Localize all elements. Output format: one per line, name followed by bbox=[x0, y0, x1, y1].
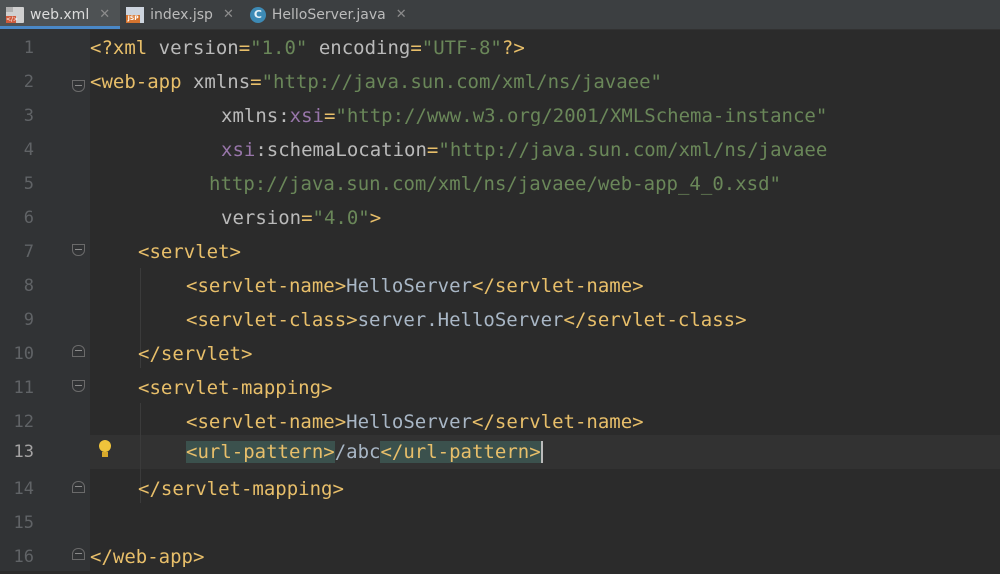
line-number: 11 bbox=[13, 378, 34, 398]
code-editor[interactable]: 1 <?xml version="1.0" encoding="UTF-8"?>… bbox=[0, 30, 1000, 571]
code-line: 2 <web-app xmlns="http://java.sun.com/xm… bbox=[0, 65, 1000, 99]
line-number: 9 bbox=[23, 310, 34, 330]
java-class-icon: C bbox=[249, 6, 266, 23]
tab-index-jsp[interactable]: JSP index.jsp ✕ bbox=[120, 0, 244, 29]
code-line: 4 xsi:schemaLocation="http://java.sun.co… bbox=[0, 133, 1000, 167]
code-text: xsi:schemaLocation="http://java.sun.com/… bbox=[221, 139, 828, 161]
code-line: 9 <servlet-class>server.HelloServer</ser… bbox=[0, 303, 1000, 337]
line-number: 4 bbox=[23, 140, 34, 160]
xml-file-icon: </> bbox=[6, 6, 24, 23]
jsp-file-icon: JSP bbox=[126, 6, 145, 23]
code-text: </servlet-mapping> bbox=[138, 478, 344, 500]
line-number: 15 bbox=[13, 513, 34, 533]
code-line: 12 <servlet-name>HelloServer</servlet-na… bbox=[0, 405, 1000, 439]
line-number: 3 bbox=[23, 106, 34, 126]
code-line: 10 </servlet> bbox=[0, 337, 1000, 371]
code-line: 16 </web-app> bbox=[0, 540, 1000, 574]
code-text: <servlet-name>HelloServer</servlet-name> bbox=[186, 275, 644, 297]
tab-label: HelloServer.java bbox=[271, 6, 386, 23]
code-text: version="4.0"> bbox=[221, 207, 382, 229]
line-number: 6 bbox=[23, 208, 34, 228]
code-line: 3 xmlns:xsi="http://www.w3.org/2001/XMLS… bbox=[0, 99, 1000, 133]
close-icon[interactable]: ✕ bbox=[223, 7, 234, 22]
lightbulb-icon[interactable] bbox=[98, 440, 112, 460]
matched-tag-open: <url-pattern> bbox=[186, 440, 335, 463]
close-icon[interactable]: ✕ bbox=[99, 7, 110, 22]
tab-web-xml[interactable]: </> web.xml ✕ bbox=[0, 0, 121, 29]
code-text: <servlet> bbox=[138, 241, 241, 263]
line-number: 13 bbox=[13, 442, 34, 462]
code-line: 5 http://java.sun.com/xml/ns/javaee/web-… bbox=[0, 167, 1000, 201]
code-line: 7 <servlet> bbox=[0, 235, 1000, 269]
code-text: http://java.sun.com/xml/ns/javaee/web-ap… bbox=[209, 173, 781, 195]
code-text: </servlet> bbox=[138, 343, 253, 365]
code-text: </web-app> bbox=[90, 546, 205, 568]
code-text: <servlet-name>HelloServer</servlet-name> bbox=[186, 411, 644, 433]
editor-tab-bar: </> web.xml ✕ JSP index.jsp ✕ C HelloSer… bbox=[0, 0, 1000, 30]
line-number: 2 bbox=[23, 72, 34, 92]
line-number: 5 bbox=[23, 174, 34, 194]
tab-helloserver-java[interactable]: C HelloServer.java ✕ bbox=[244, 0, 417, 29]
line-number: 16 bbox=[13, 547, 34, 567]
tab-label: index.jsp bbox=[150, 6, 213, 23]
close-icon[interactable]: ✕ bbox=[396, 7, 407, 22]
code-line: 11 <servlet-mapping> bbox=[0, 371, 1000, 405]
code-line: 15 bbox=[0, 506, 1000, 540]
code-line: 1 <?xml version="1.0" encoding="UTF-8"?> bbox=[0, 31, 1000, 65]
code-line-current: 13 <url-pattern>/abc</url-pattern> bbox=[0, 435, 1000, 469]
code-text: <web-app xmlns="http://java.sun.com/xml/… bbox=[90, 71, 662, 93]
code-line: 6 version="4.0"> bbox=[0, 201, 1000, 235]
code-text: <servlet-class>server.HelloServer</servl… bbox=[186, 309, 747, 331]
code-text: <url-pattern>/abc</url-pattern> bbox=[186, 440, 543, 464]
code-text: <servlet-mapping> bbox=[138, 377, 333, 399]
text-caret bbox=[540, 441, 543, 464]
line-number: 1 bbox=[23, 38, 34, 58]
line-number: 7 bbox=[23, 242, 34, 262]
code-text: <?xml version="1.0" encoding="UTF-8"?> bbox=[90, 37, 525, 59]
matched-tag-close: </url-pattern> bbox=[380, 440, 541, 463]
line-number: 14 bbox=[13, 479, 34, 499]
code-text: xmlns:xsi="http://www.w3.org/2001/XMLSch… bbox=[221, 105, 828, 127]
line-number: 10 bbox=[13, 344, 34, 364]
line-number: 12 bbox=[13, 412, 34, 432]
code-line: 8 <servlet-name>HelloServer</servlet-nam… bbox=[0, 269, 1000, 303]
tab-label: web.xml bbox=[30, 6, 90, 23]
line-number: 8 bbox=[23, 276, 34, 296]
code-line: 14 </servlet-mapping> bbox=[0, 472, 1000, 506]
